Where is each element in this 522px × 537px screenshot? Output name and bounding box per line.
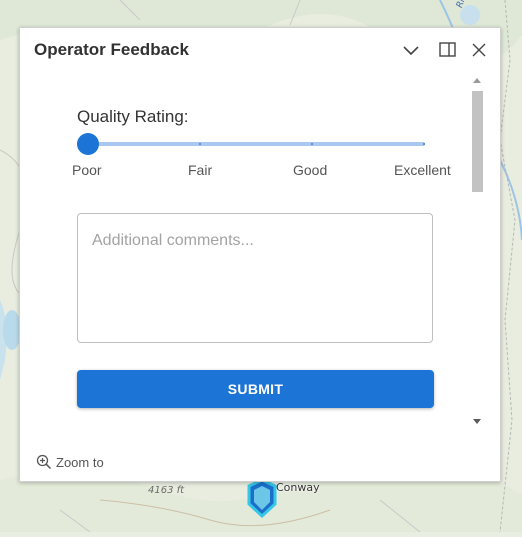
zoom-in-icon <box>36 454 52 470</box>
feedback-popup: Operator Feedback Quality Rating: Poor F… <box>19 27 501 482</box>
rating-option-excellent[interactable]: Excellent <box>394 162 451 178</box>
rating-option-fair[interactable]: Fair <box>188 162 212 178</box>
zoom-to-button[interactable]: Zoom to <box>36 454 104 470</box>
popup-content: Quality Rating: Poor Fair Good Excellent… <box>20 76 470 428</box>
slider-tick <box>311 143 313 145</box>
popup-scrollbar[interactable] <box>470 76 484 428</box>
map-town-label: Conway <box>276 481 320 494</box>
slider-tick <box>199 143 201 145</box>
scrollbar-thumb[interactable] <box>472 91 483 192</box>
rating-label: Quality Rating: <box>77 107 189 126</box>
comments-field[interactable] <box>77 213 433 343</box>
popup-title: Operator Feedback <box>34 40 189 59</box>
rating-option-poor[interactable]: Poor <box>72 162 102 178</box>
chevron-down-icon[interactable] <box>400 39 422 61</box>
rating-option-good[interactable]: Good <box>293 162 327 178</box>
rating-slider-thumb[interactable] <box>77 133 99 155</box>
close-icon[interactable] <box>468 39 490 61</box>
location-marker-icon[interactable] <box>245 478 279 518</box>
slider-tick <box>423 143 425 145</box>
map-elevation-label: 4163 ft <box>148 485 185 496</box>
scroll-up-arrow-icon[interactable] <box>473 78 481 83</box>
submit-button[interactable]: SUBMIT <box>77 370 434 408</box>
zoom-to-label: Zoom to <box>56 454 104 470</box>
dock-icon[interactable] <box>437 39 459 61</box>
rating-slider-track[interactable] <box>87 142 425 146</box>
scroll-down-arrow-icon[interactable] <box>473 419 481 424</box>
